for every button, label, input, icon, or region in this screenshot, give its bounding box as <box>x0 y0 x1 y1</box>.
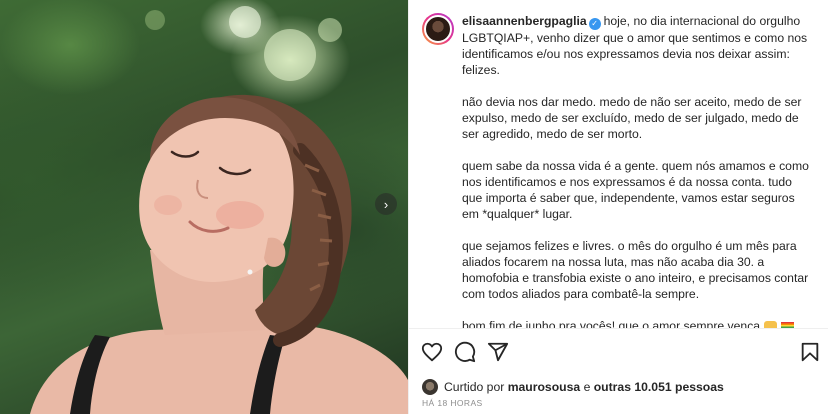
liker-avatar[interactable] <box>422 379 438 395</box>
avatar[interactable] <box>422 13 454 45</box>
heart-icon[interactable] <box>421 341 443 363</box>
post-details-pane: elisaannenbergpaglia ✓ hoje, no dia intern… <box>408 0 828 414</box>
likes-summary: Curtido por maurosousa e outras 10.051 p… <box>422 377 724 397</box>
caption-paragraph: não devia nos dar medo. medo de não ser … <box>462 95 802 141</box>
chevron-right-icon: › <box>383 196 389 212</box>
verified-badge-icon: ✓ <box>588 18 601 30</box>
action-bar <box>409 333 828 369</box>
likes-joiner: e <box>583 380 591 394</box>
caption-closing: bom fim de junho pra vocês! que o amor s… <box>462 319 761 328</box>
post-caption: elisaannenbergpaglia ✓ hoje, no dia intern… <box>462 13 814 328</box>
photo-illustration <box>30 6 408 414</box>
caption-paragraph: que sejamos felizes e livres. o mês do o… <box>462 239 809 301</box>
likes-prefix: Curtido por <box>444 380 505 394</box>
liker-username-link[interactable]: maurosousa <box>508 380 580 394</box>
caption-paragraph: elisaannenbergpaglia ✓ hoje, no dia intern… <box>462 13 814 78</box>
divider <box>409 328 828 329</box>
caption-area: elisaannenbergpaglia ✓ hoje, no dia intern… <box>409 0 828 328</box>
comment-icon[interactable] <box>454 341 476 363</box>
carousel-next-button[interactable]: › <box>375 193 397 215</box>
handshake-emoji-icon <box>764 321 778 328</box>
avatar-image <box>424 15 452 43</box>
post-timestamp[interactable]: HÁ 18 HORAS <box>422 398 483 408</box>
likes-count-link[interactable]: outras 10.051 pessoas <box>594 380 724 394</box>
post-photo: › <box>0 0 408 414</box>
bookmark-icon[interactable] <box>799 341 821 363</box>
share-icon[interactable] <box>487 341 509 363</box>
caption-paragraph: bom fim de junho pra vocês! que o amor s… <box>462 318 814 328</box>
caption-paragraph: quem sabe da nossa vida é a gente. quem … <box>462 159 809 221</box>
username-link[interactable]: elisaannenbergpaglia <box>462 14 587 28</box>
